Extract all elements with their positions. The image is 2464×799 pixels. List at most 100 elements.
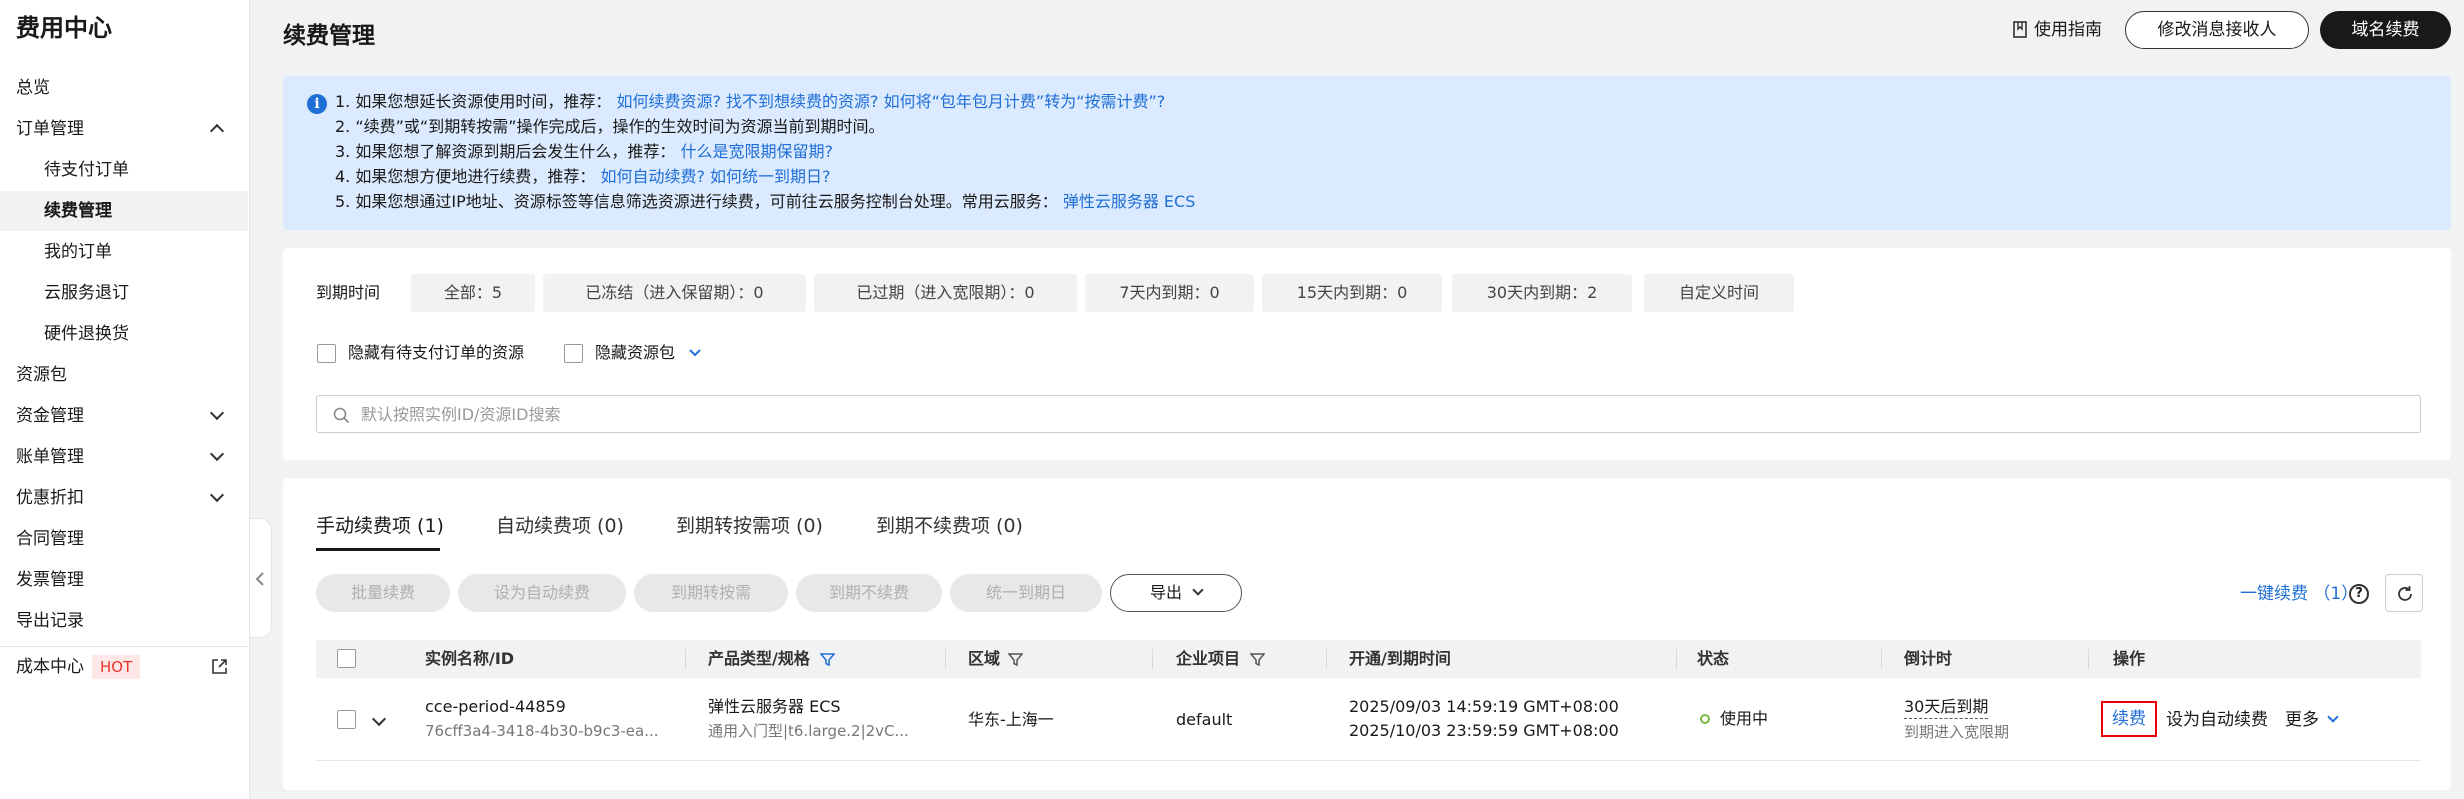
- sidebar-item-cost-center[interactable]: 成本中心 HOT: [0, 646, 248, 686]
- product-spec: 通用入门型|t6.large.2|2vC...: [708, 722, 909, 740]
- notice-line-3: 3. 如果您想了解资源到期后会发生什么，推荐： 什么是宽限期保留期?: [335, 142, 833, 161]
- tab-manual-renew[interactable]: 手动续费项 (1): [316, 512, 444, 540]
- search-box[interactable]: [316, 395, 2421, 433]
- filter-chip-7days[interactable]: 7天内到期：0: [1085, 274, 1254, 312]
- start-time: 2025/09/03 14:59:19 GMT+08:00: [1349, 697, 1619, 716]
- filter-chip-expired[interactable]: 已过期（进入宽限期）：0: [814, 274, 1077, 312]
- ecs-link[interactable]: 弹性云服务器 ECS: [1063, 192, 1196, 211]
- usage-guide-link[interactable]: 使用指南: [2012, 16, 2102, 44]
- chevron-down-icon: [209, 405, 225, 421]
- col-region: 区域: [968, 649, 1001, 668]
- filter-chip-all[interactable]: 全部：5: [411, 274, 535, 312]
- sidebar-item-orders[interactable]: 订单管理: [0, 109, 248, 149]
- sidebar-item-renewal[interactable]: 续费管理: [0, 191, 248, 231]
- tab-to-on-demand[interactable]: 到期转按需项 (0): [676, 512, 823, 540]
- sidebar-item-discounts[interactable]: 优惠折扣: [0, 478, 248, 518]
- cannot-find-resource-link[interactable]: 找不到想续费的资源?: [726, 92, 879, 111]
- hide-pending-checkbox[interactable]: [317, 344, 336, 363]
- instance-name: cce-period-44859: [425, 697, 566, 716]
- external-link-icon: [212, 659, 227, 674]
- modify-receiver-button[interactable]: 修改消息接收人: [2125, 11, 2309, 49]
- status-dot: [1700, 714, 1710, 724]
- tips-notice: i 1. 如果您想延长资源使用时间，推荐： 如何续费资源? 找不到想续费的资源?…: [283, 76, 2451, 230]
- sidebar-item-funds[interactable]: 资金管理: [0, 396, 248, 436]
- sidebar-collapse-handle[interactable]: [250, 518, 272, 638]
- sidebar-item-contracts[interactable]: 合同管理: [0, 519, 248, 559]
- to-on-demand-button[interactable]: 到期转按需: [634, 574, 788, 612]
- filter-icon[interactable]: [820, 652, 835, 667]
- more-dropdown[interactable]: 更多: [2285, 709, 2339, 731]
- no-renew-button[interactable]: 到期不续费: [796, 574, 942, 612]
- batch-renew-button[interactable]: 批量续费: [316, 574, 450, 612]
- filter-icon[interactable]: [1250, 652, 1265, 667]
- sidebar-item-overview[interactable]: 总览: [0, 68, 248, 108]
- export-button[interactable]: 导出: [1110, 574, 1242, 612]
- col-countdown: 倒计时: [1904, 649, 1953, 668]
- col-time: 开通/到期时间: [1349, 649, 1451, 668]
- renew-button[interactable]: 续费: [2101, 701, 2157, 737]
- notice-line-4: 4. 如果您想方便地进行续费，推荐： 如何自动续费? 如何统一到期日?: [335, 167, 831, 186]
- instance-id: 76cff3a4-3418-4b30-b9c3-ea...: [425, 722, 659, 740]
- sidebar: 费用中心 总览 订单管理 待支付订单 续费管理 我的订单 云服务退订 硬件退换货…: [0, 0, 250, 799]
- col-operation: 操作: [2113, 649, 2146, 668]
- unify-expiry-button[interactable]: 统一到期日: [950, 574, 1102, 612]
- chevron-left-icon: [255, 572, 264, 586]
- search-icon: [333, 407, 350, 424]
- countdown-note: 到期进入宽限期: [1904, 723, 2010, 741]
- sidebar-item-export-records[interactable]: 导出记录: [0, 601, 248, 641]
- select-all-checkbox[interactable]: [337, 649, 356, 668]
- filter-icon[interactable]: [1008, 652, 1023, 667]
- how-to-renew-link[interactable]: 如何续费资源?: [616, 92, 721, 111]
- tab-auto-renew[interactable]: 自动续费项 (0): [496, 512, 624, 540]
- table-header: 实例名称/ID 产品类型/规格 区域 企业项目 开通/到期时间 状态 倒计时 操…: [316, 640, 2421, 678]
- chevron-down-icon: [209, 446, 225, 462]
- page-title: 续费管理: [283, 23, 375, 49]
- region: 华东-上海一: [968, 710, 1054, 729]
- hot-badge: HOT: [92, 655, 141, 679]
- chevron-down-icon: [2327, 711, 2339, 723]
- unify-expiry-link[interactable]: 如何统一到期日?: [710, 167, 831, 186]
- tab-no-renew[interactable]: 到期不续费项 (0): [876, 512, 1023, 540]
- set-auto-renew-link[interactable]: 设为自动续费: [2166, 709, 2268, 731]
- domain-renew-button[interactable]: 域名续费: [2320, 11, 2451, 49]
- enterprise-project: default: [1176, 710, 1233, 729]
- sidebar-item-my-orders[interactable]: 我的订单: [0, 232, 248, 272]
- filter-chip-15days[interactable]: 15天内到期：0: [1262, 274, 1442, 312]
- convert-billing-link[interactable]: 如何将“包年包月计费”转为“按需计费”?: [884, 92, 1166, 111]
- search-input[interactable]: [361, 402, 2261, 426]
- col-status: 状态: [1697, 649, 1730, 668]
- set-auto-renew-button[interactable]: 设为自动续费: [458, 574, 626, 612]
- end-time: 2025/10/03 23:59:59 GMT+08:00: [1349, 721, 1619, 740]
- product-type: 弹性云服务器 ECS: [708, 697, 841, 716]
- sidebar-item-unsubscribe[interactable]: 云服务退订: [0, 273, 248, 313]
- sidebar-item-hardware-return[interactable]: 硬件退换货: [0, 314, 248, 354]
- filter-chip-frozen[interactable]: 已冻结（进入保留期）：0: [543, 274, 806, 312]
- row-divider: [316, 760, 2421, 761]
- notice-line-5: 5. 如果您想通过IP地址、资源标签等信息筛选资源进行续费，可前往云服务控制台处…: [335, 192, 1196, 211]
- row-checkbox[interactable]: [337, 710, 356, 729]
- filter-chip-custom[interactable]: 自定义时间: [1644, 274, 1794, 312]
- sidebar-item-invoices[interactable]: 发票管理: [0, 560, 248, 600]
- countdown: 30天后到期: [1904, 696, 1989, 719]
- col-project: 企业项目: [1176, 649, 1241, 668]
- sidebar-item-pending-orders[interactable]: 待支付订单: [0, 150, 248, 190]
- hide-pending-label: 隐藏有待支付订单的资源: [348, 343, 525, 362]
- sidebar-item-bills[interactable]: 账单管理: [0, 437, 248, 477]
- filter-chip-30days[interactable]: 30天内到期：2: [1452, 274, 1632, 312]
- help-icon[interactable]: ?: [2349, 584, 2369, 604]
- grace-period-link[interactable]: 什么是宽限期保留期?: [680, 142, 833, 161]
- chevron-down-icon[interactable]: [688, 348, 702, 358]
- refresh-button[interactable]: [2385, 574, 2423, 612]
- notice-line-1: 1. 如果您想延长资源使用时间，推荐： 如何续费资源? 找不到想续费的资源? 如…: [335, 92, 1166, 111]
- sidebar-item-packages[interactable]: 资源包: [0, 355, 248, 395]
- chevron-down-icon: [209, 487, 225, 503]
- refresh-icon: [2398, 586, 2412, 601]
- hide-package-label: 隐藏资源包: [595, 343, 676, 362]
- book-icon: [2013, 21, 2027, 38]
- hide-package-checkbox[interactable]: [564, 344, 583, 363]
- one-click-renew-link[interactable]: 一键续费 （1）: [2240, 582, 2358, 606]
- expiry-filter-label: 到期时间: [316, 283, 381, 302]
- chevron-down-icon: [1192, 584, 1204, 596]
- auto-renew-link[interactable]: 如何自动续费?: [600, 167, 705, 186]
- notice-line-2: 2. “续费”或“到期转按需”操作完成后，操作的生效时间为资源当前到期时间。: [335, 117, 885, 136]
